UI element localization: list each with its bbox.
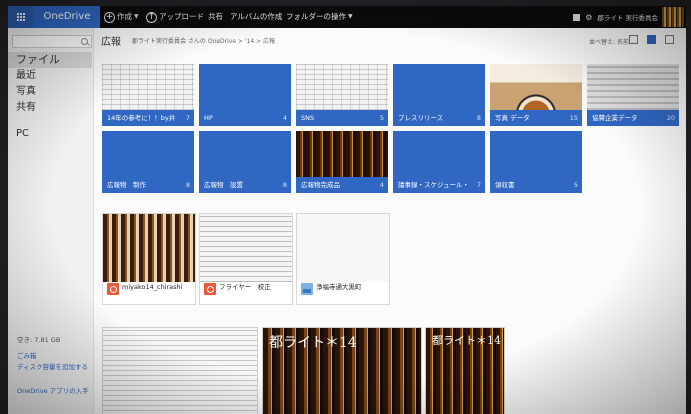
file-preview — [297, 214, 389, 282]
folder-name: 広報物完成品 — [301, 181, 340, 189]
image-icon — [301, 283, 313, 295]
folder-preview — [296, 64, 388, 110]
sidebar: ファイル 最近 写真 共有 PC 空き: 7.81 GB ごみ箱 ディスク容量を… — [8, 28, 94, 414]
folder-preview — [490, 64, 582, 110]
list-view-icon[interactable] — [629, 35, 638, 44]
folder-tile[interactable]: 広報物 制作 8 — [102, 131, 194, 193]
folder-tile[interactable]: HP 4 — [199, 64, 291, 126]
folder-tile[interactable]: 議事録・スケジュール・・ 7 — [393, 131, 485, 193]
app-launcher-button[interactable] — [8, 6, 34, 28]
details-pane-icon[interactable] — [665, 35, 674, 44]
waffle-icon — [16, 12, 26, 22]
upload-label: アップロード — [159, 12, 204, 21]
folder-count: 7 — [185, 114, 190, 122]
page-title: 広報 — [101, 37, 121, 48]
sidebar-item-recent[interactable]: 最近 — [8, 68, 92, 84]
add-storage-link[interactable]: ディスク容量を追加する — [17, 363, 89, 372]
poster-thumbnail[interactable]: 都ライト＊14 — [262, 327, 422, 414]
file-card[interactable]: フライヤー 校正 — [199, 213, 293, 305]
upload-button[interactable]: ↑ アップロード — [146, 6, 204, 28]
search-input[interactable] — [12, 35, 92, 48]
search-icon[interactable] — [81, 38, 88, 45]
poster-title: 都ライト＊14 — [269, 335, 357, 351]
sidebar-item-photos[interactable]: 写真 — [8, 84, 92, 100]
sidebar-item-shared[interactable]: 共有 — [8, 100, 92, 116]
folder-preview — [102, 64, 194, 110]
chevron-down-icon: ▼ — [348, 13, 353, 20]
folder-count: 20 — [666, 114, 675, 122]
file-card[interactable]: 浄福寺通大黒町 — [296, 213, 390, 305]
pdf-icon — [107, 283, 119, 295]
plus-icon: + — [104, 11, 115, 23]
folder-count: 8 — [185, 181, 190, 189]
folder-count: 5 — [573, 181, 578, 189]
folder-preview — [587, 64, 679, 110]
get-apps-link[interactable]: OneDrive アプリの入手 — [17, 387, 89, 396]
avatar[interactable] — [662, 7, 684, 27]
folder-count: 8 — [282, 181, 287, 189]
file-preview — [103, 214, 195, 282]
folder-tile[interactable]: プレスリリース 8 — [393, 64, 485, 126]
upload-icon: ↑ — [146, 11, 157, 23]
folder-count: 4 — [379, 181, 384, 189]
user-name[interactable]: 郡ライト 実行委員会 — [597, 12, 658, 22]
folder-count: 5 — [379, 114, 384, 122]
create-album-button[interactable]: アルバムの作成 — [230, 6, 282, 28]
folder-count: 7 — [476, 181, 481, 189]
gear-icon[interactable]: ⚙ — [585, 13, 592, 22]
folder-name: 写真 データ — [495, 114, 530, 122]
pdf-icon — [204, 283, 216, 295]
folder-name: HP — [204, 114, 213, 122]
recycle-bin-link[interactable]: ごみ箱 — [17, 350, 37, 360]
folder-preview — [296, 131, 388, 177]
storage-info: 空き: 7.81 GB — [17, 336, 61, 344]
breadcrumb[interactable]: 郡ライト実行委員会 さんの OneDrive > '14 > 広報 — [132, 36, 275, 45]
poster-thumbnail[interactable]: 都ライト＊14 — [425, 327, 505, 414]
sidebar-item-files[interactable]: ファイル — [8, 52, 92, 68]
create-button[interactable]: + 作成 ▼ — [104, 6, 139, 28]
folder-name: 議事録・スケジュール・・ — [398, 181, 467, 189]
folder-name: SNS — [301, 114, 315, 122]
chevron-down-icon: ▼ — [134, 13, 139, 20]
file-name: miyako14_chirashi — [122, 283, 183, 291]
folder-tile[interactable]: SNS 5 — [296, 64, 388, 126]
account-area: ⚙ 郡ライト 実行委員会 — [573, 6, 658, 28]
main-content: 広報 郡ライト実行委員会 さんの OneDrive > '14 > 広報 並べ替… — [94, 28, 686, 414]
file-name: 浄福寺通大黒町 — [316, 283, 362, 291]
screen: OneDrive + 作成 ▼ ↑ アップロード 共有 アルバムの作成 フォルダ… — [0, 0, 691, 414]
top-bar: OneDrive + 作成 ▼ ↑ アップロード 共有 アルバムの作成 フォルダ… — [8, 6, 686, 28]
file-card[interactable]: miyako14_chirashi — [102, 213, 196, 305]
thumbnail-view-icon[interactable] — [647, 35, 656, 44]
folder-name: 広報物 制作 — [107, 181, 146, 189]
folder-tile[interactable]: 広報物 設置 8 — [199, 131, 291, 193]
folder-name: 領収書 — [495, 181, 515, 189]
folder-name: プレスリリース — [398, 114, 444, 122]
brand-logo[interactable]: OneDrive — [34, 6, 100, 28]
create-label: 作成 — [117, 12, 132, 21]
notifications-icon[interactable] — [573, 13, 581, 21]
folder-name: 14年の参考に！！by井 — [107, 114, 176, 122]
folder-actions-button[interactable]: フォルダーの操作 ▼ — [286, 6, 353, 28]
folder-tile[interactable]: 領収書 5 — [490, 131, 582, 193]
folder-tile[interactable]: 14年の参考に！！by井 7 — [102, 64, 194, 126]
poster-title: 都ライト＊14 — [432, 334, 501, 347]
folder-tile[interactable]: 広報物完成品 4 — [296, 131, 388, 193]
folder-tile[interactable]: 協賛企業データ 20 — [587, 64, 679, 126]
folder-count: 15 — [569, 114, 578, 122]
file-preview — [200, 214, 292, 282]
folder-name: 広報物 設置 — [204, 181, 243, 189]
share-button[interactable]: 共有 — [208, 6, 223, 28]
folder-actions-label: フォルダーの操作 — [286, 12, 346, 21]
folder-count: 4 — [282, 114, 287, 122]
folder-tile[interactable]: 写真 データ 15 — [490, 64, 582, 126]
poster-thumbnail[interactable] — [102, 327, 258, 414]
folder-count: 8 — [476, 114, 481, 122]
sidebar-item-pc[interactable]: PC — [8, 126, 92, 142]
file-name: フライヤー 校正 — [219, 283, 271, 291]
folder-name: 協賛企業データ — [592, 114, 638, 122]
